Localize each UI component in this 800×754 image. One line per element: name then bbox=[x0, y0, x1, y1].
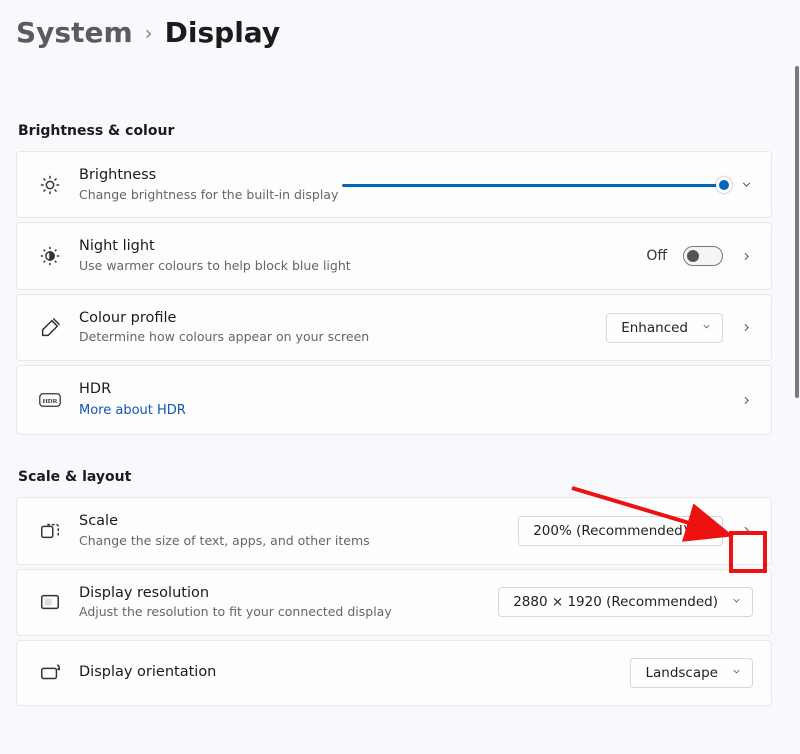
resolution-row[interactable]: Display resolution Adjust the resolution… bbox=[16, 569, 772, 636]
orientation-title: Display orientation bbox=[79, 663, 299, 683]
chevron-right-icon[interactable] bbox=[739, 321, 753, 335]
chevron-right-icon[interactable] bbox=[739, 393, 753, 407]
orientation-dropdown[interactable]: Landscape bbox=[630, 658, 753, 688]
colour-profile-title: Colour profile bbox=[79, 309, 369, 329]
hdr-row[interactable]: HDR HDR More about HDR bbox=[16, 365, 772, 435]
night-light-toggle[interactable] bbox=[683, 246, 723, 266]
chevron-down-icon bbox=[701, 320, 712, 336]
orientation-value: Landscape bbox=[645, 665, 718, 681]
orientation-icon bbox=[35, 662, 65, 684]
brightness-icon bbox=[35, 174, 65, 196]
night-light-state: Off bbox=[646, 248, 667, 264]
scale-title: Scale bbox=[79, 512, 370, 532]
hdr-icon: HDR bbox=[35, 389, 65, 411]
resolution-desc: Adjust the resolution to fit your connec… bbox=[79, 604, 392, 621]
hdr-link[interactable]: More about HDR bbox=[79, 402, 299, 420]
resolution-icon bbox=[35, 591, 65, 613]
breadcrumb-parent[interactable]: System bbox=[16, 16, 133, 49]
brightness-slider[interactable] bbox=[342, 177, 731, 193]
colour-profile-desc: Determine how colours appear on your scr… bbox=[79, 329, 369, 346]
chevron-down-icon bbox=[731, 594, 742, 610]
night-light-icon bbox=[35, 245, 65, 267]
night-light-row[interactable]: Night light Use warmer colours to help b… bbox=[16, 222, 772, 289]
breadcrumb: System › Display bbox=[16, 16, 772, 49]
svg-text:HDR: HDR bbox=[43, 398, 58, 405]
scale-expand-chevron[interactable] bbox=[739, 524, 753, 538]
night-light-desc: Use warmer colours to help block blue li… bbox=[79, 258, 351, 275]
brightness-title: Brightness bbox=[79, 166, 338, 186]
chevron-right-icon[interactable] bbox=[739, 249, 753, 263]
colour-profile-row[interactable]: Colour profile Determine how colours app… bbox=[16, 294, 772, 361]
chevron-down-icon bbox=[731, 665, 742, 681]
scrollbar[interactable] bbox=[795, 66, 799, 398]
brightness-desc: Change brightness for the built-in displ… bbox=[79, 187, 338, 204]
scale-desc: Change the size of text, apps, and other… bbox=[79, 533, 370, 550]
section-heading-scale: Scale & layout bbox=[18, 469, 772, 485]
resolution-dropdown[interactable]: 2880 × 1920 (Recommended) bbox=[498, 587, 753, 617]
eyedropper-icon bbox=[35, 317, 65, 339]
resolution-title: Display resolution bbox=[79, 584, 392, 604]
scale-dropdown[interactable]: 200% (Recommended) bbox=[518, 516, 723, 546]
orientation-row[interactable]: Display orientation Landscape bbox=[16, 640, 772, 706]
brightness-row[interactable]: Brightness Change brightness for the bui… bbox=[16, 151, 772, 218]
hdr-title: HDR bbox=[79, 380, 299, 400]
chevron-down-icon[interactable] bbox=[739, 178, 753, 192]
scale-value: 200% (Recommended) bbox=[533, 523, 688, 539]
page-title: Display bbox=[165, 16, 280, 49]
section-heading-brightness: Brightness & colour bbox=[18, 123, 772, 139]
scale-row[interactable]: Scale Change the size of text, apps, and… bbox=[16, 497, 772, 564]
colour-profile-value: Enhanced bbox=[621, 320, 688, 336]
scale-icon bbox=[35, 520, 65, 542]
night-light-title: Night light bbox=[79, 237, 351, 257]
chevron-down-icon bbox=[701, 523, 712, 539]
chevron-right-icon: › bbox=[145, 21, 153, 45]
resolution-value: 2880 × 1920 (Recommended) bbox=[513, 594, 718, 610]
colour-profile-dropdown[interactable]: Enhanced bbox=[606, 313, 723, 343]
